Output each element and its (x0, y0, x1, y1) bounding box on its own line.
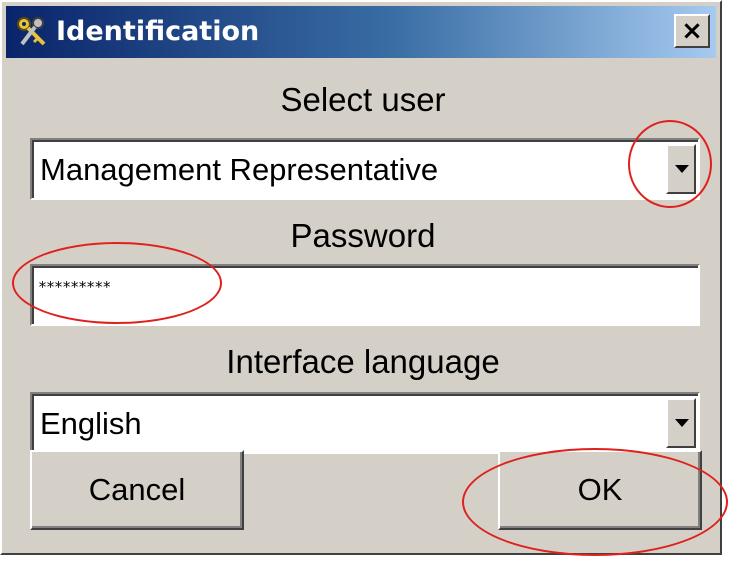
interface-language-label: Interface language (226, 343, 500, 380)
select-user-dropdown[interactable]: Management Representative (30, 138, 700, 200)
interface-language-value: English (40, 406, 142, 441)
select-user-label: Select user (280, 81, 446, 118)
close-icon: × (681, 16, 703, 46)
select-user-value: Management Representative (40, 152, 439, 187)
select-user-dropdown-button[interactable] (666, 144, 696, 194)
close-button[interactable]: × (674, 14, 710, 48)
title-bar[interactable]: Identification × (6, 6, 716, 58)
interface-language-dropdown[interactable]: English (30, 392, 700, 454)
ok-button[interactable]: OK (498, 450, 702, 530)
identification-dialog: Identification × Select user Management … (0, 0, 722, 555)
password-field[interactable]: ********* (30, 264, 700, 326)
password-label: Password (290, 217, 436, 254)
window-title: Identification (56, 16, 260, 47)
keys-icon (17, 17, 46, 46)
password-value: ********* (38, 278, 111, 296)
interface-language-dropdown-button[interactable] (666, 398, 696, 448)
cancel-button[interactable]: Cancel (30, 450, 244, 530)
